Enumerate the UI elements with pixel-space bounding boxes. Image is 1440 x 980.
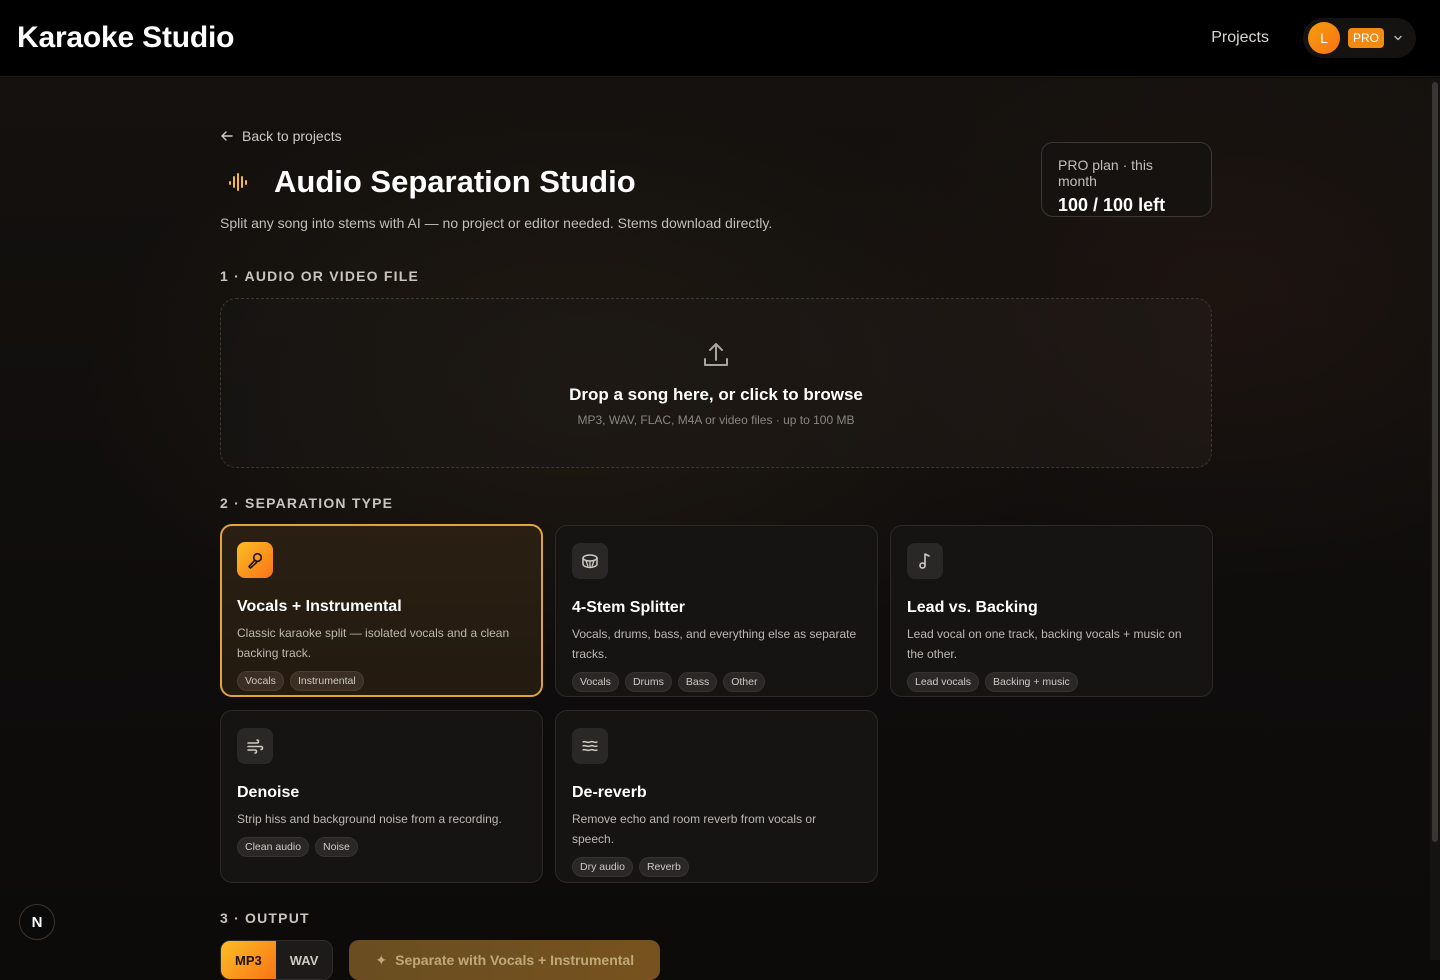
tag: Vocals [237, 671, 284, 691]
microphone-icon [237, 542, 273, 578]
music-note-icon [907, 543, 943, 579]
top-bar: Karaoke Studio Projects L PRO [0, 0, 1440, 77]
format-toggle: MP3 WAV [220, 940, 334, 980]
dev-tools-button[interactable]: N [19, 904, 55, 940]
card-title: De-reverb [572, 784, 647, 801]
generate-button[interactable]: ✦ Separate with Vocals + Instrumental [349, 940, 661, 980]
plan-badge: PRO [1347, 28, 1384, 48]
card-desc: Vocals, drums, bass, and everything else… [572, 627, 857, 661]
quota-card: PRO plan · this month 100 / 100 left [1041, 142, 1212, 217]
card-tags: Dry audio Reverb [572, 857, 861, 877]
audio-wave-icon [220, 164, 256, 200]
card-tags: Vocals Instrumental [237, 671, 526, 691]
type-card-4-stem[interactable]: 4-Stem Splitter Vocals, drums, bass, and… [555, 525, 878, 697]
file-dropzone[interactable]: Drop a song here, or click to browse MP3… [220, 298, 1212, 468]
type-card-de-reverb[interactable]: De-reverb Remove echo and room reverb fr… [555, 710, 878, 883]
tag: Drums [624, 672, 672, 692]
generate-label: Separate with Vocals + Instrumental [395, 952, 635, 968]
back-label: Back to projects [242, 128, 342, 144]
tag: Reverb [638, 857, 689, 877]
waves-icon [572, 728, 608, 764]
sparkle-icon: ✦ [375, 951, 388, 968]
back-to-projects-link[interactable]: Back to projects [220, 128, 342, 144]
arrow-left-icon [221, 131, 233, 141]
format-wav-button[interactable]: WAV [276, 941, 333, 979]
quota-value: 100 / 100 left [1058, 195, 1166, 215]
tag: Backing + music [985, 672, 1078, 692]
section-label-output: 3 · OUTPUT [220, 910, 310, 926]
type-card-lead-backing[interactable]: Lead vs. Backing Lead vocal on one track… [890, 525, 1213, 697]
card-desc: Classic karaoke split — isolated vocals … [237, 626, 510, 660]
wind-icon [237, 728, 273, 764]
main-content: Back to projects Audio Separation Studio… [0, 78, 1440, 980]
chevron-down-icon [1394, 35, 1402, 41]
nav-projects-link[interactable]: Projects [1211, 29, 1269, 47]
card-title: Denoise [237, 784, 300, 801]
card-tags: Clean audio Noise [237, 837, 526, 857]
user-menu-button[interactable]: L PRO [1302, 18, 1416, 58]
drum-icon [572, 543, 608, 579]
title-row: Audio Separation Studio [220, 164, 636, 200]
quota-label: PRO plan · this month [1058, 157, 1153, 189]
header-right: Projects L PRO [1211, 18, 1416, 58]
page-title: Audio Separation Studio [274, 164, 636, 199]
card-desc: Lead vocal on one track, backing vocals … [907, 627, 1182, 661]
dropzone-subtitle: MP3, WAV, FLAC, M4A or video files · up … [577, 413, 855, 427]
type-card-denoise[interactable]: Denoise Strip hiss and background noise … [220, 710, 543, 883]
avatar: L [1307, 22, 1340, 54]
page-subtitle: Split any song into stems with AI — no p… [220, 215, 773, 231]
card-tags: Vocals Drums Bass Other [572, 672, 861, 692]
tag: Instrumental [289, 671, 364, 691]
section-label-type: 2 · SEPARATION TYPE [220, 495, 394, 511]
section-label-file: 1 · AUDIO OR VIDEO FILE [220, 268, 419, 284]
tag: Bass [677, 672, 718, 692]
tag: Lead vocals [907, 672, 980, 692]
dropzone-title: Drop a song here, or click to browse [569, 385, 863, 404]
upload-icon [704, 343, 728, 366]
card-tags: Lead vocals Backing + music [907, 672, 1196, 692]
output-row: MP3 WAV ✦ Separate with Vocals + Instrum… [220, 940, 661, 980]
card-title: 4-Stem Splitter [572, 599, 685, 616]
tag: Clean audio [237, 837, 310, 857]
app-title[interactable]: Karaoke Studio [17, 21, 234, 55]
type-card-vocals-instrumental[interactable]: Vocals + Instrumental Classic karaoke sp… [220, 524, 543, 697]
card-title: Lead vs. Backing [907, 599, 1038, 616]
tag: Noise [315, 837, 358, 857]
tag: Vocals [572, 672, 619, 692]
tag: Other [723, 672, 766, 692]
card-desc: Strip hiss and background noise from a r… [237, 812, 502, 826]
card-title: Vocals + Instrumental [237, 598, 402, 615]
card-desc: Remove echo and room reverb from vocals … [572, 812, 817, 846]
scrollbar-thumb[interactable] [1432, 82, 1438, 842]
format-mp3-button[interactable]: MP3 [221, 941, 276, 979]
tag: Dry audio [572, 857, 633, 877]
